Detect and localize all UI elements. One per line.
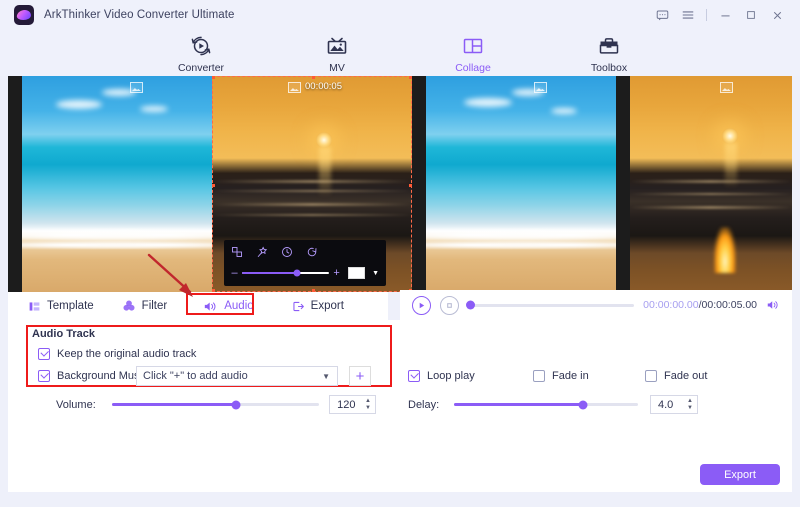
playback-timecode: 00:00:00.00/00:00:05.00 — [643, 299, 757, 311]
minimize-icon[interactable] — [712, 2, 738, 28]
audio-track-title: Audio Track — [32, 328, 95, 340]
loop-play-row[interactable]: Loop play — [408, 370, 475, 382]
audio-settings-panel: Audio Track Keep the original audio trac… — [8, 320, 792, 492]
volume-stepper[interactable]: ▲ ▼ — [365, 398, 371, 411]
volume-icon[interactable] — [766, 299, 780, 311]
volume-value: 120 — [337, 398, 356, 411]
stop-icon[interactable] — [440, 295, 459, 315]
loop-play-label: Loop play — [427, 370, 475, 382]
total-time: 00:00:05.00 — [701, 299, 757, 311]
app-title: ArkThinker Video Converter Ultimate — [44, 9, 235, 21]
volume-value-box[interactable]: 120 ▲ ▼ — [329, 395, 376, 414]
preview-player-bar: 00:00:00.00/00:00:05.00 — [400, 290, 792, 320]
tab-export[interactable]: Export — [284, 297, 352, 316]
fade-out-label: Fade out — [664, 370, 708, 382]
background-music-row[interactable]: Background Music — [38, 370, 148, 382]
playback-handle[interactable] — [466, 300, 475, 310]
fade-in-row[interactable]: Fade in — [533, 370, 589, 382]
aspect-ratio-swatch[interactable] — [348, 267, 366, 279]
beach-image-3 — [426, 76, 616, 292]
feedback-icon[interactable] — [649, 2, 675, 28]
tab-label-export: Export — [310, 300, 344, 312]
cell-image-icon-2 — [288, 82, 301, 93]
export-button[interactable]: Export — [700, 464, 780, 485]
cell-image-icon-4 — [720, 82, 733, 93]
window-controls — [649, 0, 790, 30]
delay-row: Delay: 4.0 ▲ ▼ — [408, 395, 708, 414]
delay-slider[interactable] — [454, 400, 638, 409]
title-bar: ArkThinker Video Converter Ultimate — [0, 0, 800, 30]
nav-item-toolbox[interactable]: Toolbox — [570, 33, 648, 74]
nav-label-collage: Collage — [455, 61, 491, 74]
fade-in-checkbox[interactable] — [533, 370, 545, 382]
volume-label: Volume: — [56, 398, 96, 411]
fade-out-checkbox[interactable] — [645, 370, 657, 382]
cell-image-icon-1 — [130, 82, 143, 93]
zoom-in-button[interactable]: + — [333, 267, 340, 279]
app-logo-icon — [14, 5, 34, 25]
nav-item-converter[interactable]: Converter — [162, 33, 240, 74]
loop-play-checkbox[interactable] — [408, 370, 420, 382]
playback-progress-slider[interactable] — [466, 300, 635, 310]
chevron-down-icon[interactable]: ▼ — [322, 372, 330, 381]
zoom-slider[interactable] — [242, 269, 330, 277]
play-icon[interactable] — [412, 295, 431, 315]
tab-template[interactable]: Template — [20, 297, 102, 316]
background-music-value: Click "+" to add audio — [143, 370, 248, 382]
background-music-checkbox[interactable] — [38, 370, 50, 382]
collage-cell-3[interactable] — [426, 76, 616, 292]
nav-label-toolbox: Toolbox — [590, 61, 628, 74]
nav-label-converter: Converter — [177, 61, 225, 74]
fade-in-label: Fade in — [552, 370, 589, 382]
annotation-arrow — [147, 253, 193, 297]
delay-value: 4.0 — [658, 398, 674, 411]
keep-original-audio-row[interactable]: Keep the original audio track — [38, 348, 196, 360]
hamburger-icon[interactable] — [675, 2, 701, 28]
fade-out-row[interactable]: Fade out — [645, 370, 707, 382]
keep-original-audio-checkbox[interactable] — [38, 348, 50, 360]
delay-stepper[interactable]: ▲ ▼ — [687, 398, 693, 411]
nav-item-collage[interactable]: Collage — [434, 33, 512, 74]
aspect-ratio-caret-icon[interactable]: ▼ — [372, 270, 379, 277]
control-divider — [706, 9, 707, 21]
main-nav: Converter MV Collage Toolbox — [0, 30, 800, 76]
rotate-icon[interactable] — [306, 245, 318, 263]
clock-icon[interactable] — [281, 245, 293, 263]
delay-label: Delay: — [408, 398, 440, 411]
collage-cell-2[interactable]: 00:00:05 – + ▼ — [212, 76, 412, 292]
background-music-label: Background Music — [57, 370, 148, 382]
tab-label-template: Template — [47, 300, 94, 312]
sunset-fire-image-4 — [630, 76, 792, 292]
background-music-select[interactable]: Click "+" to add audio ▼ — [136, 366, 338, 386]
nav-label-mv: MV — [329, 61, 345, 74]
keep-original-audio-label: Keep the original audio track — [57, 348, 197, 360]
maximize-icon[interactable] — [738, 2, 764, 28]
magic-wand-icon[interactable] — [256, 245, 268, 263]
zoom-out-button[interactable]: – — [231, 267, 238, 279]
crop-icon[interactable] — [231, 245, 243, 263]
add-audio-button[interactable]: + — [349, 366, 371, 386]
close-icon[interactable] — [764, 2, 790, 28]
delay-value-box[interactable]: 4.0 ▲ ▼ — [650, 395, 698, 414]
volume-row: Volume: 120 ▲ ▼ — [56, 395, 376, 414]
collage-cell-4[interactable] — [630, 76, 792, 292]
nav-item-mv[interactable]: MV — [298, 33, 376, 74]
cell-image-icon-3 — [534, 82, 547, 93]
volume-slider[interactable] — [112, 400, 320, 409]
app-window: ArkThinker Video Converter Ultimate Conv… — [0, 0, 800, 507]
collage-preview: 00:00:05 – + ▼ — [8, 76, 792, 292]
cell-duration-2: 00:00:05 — [305, 81, 342, 92]
current-time: 00:00:00.00 — [643, 299, 699, 311]
cell-edit-toolbar: – + ▼ — [224, 240, 386, 286]
